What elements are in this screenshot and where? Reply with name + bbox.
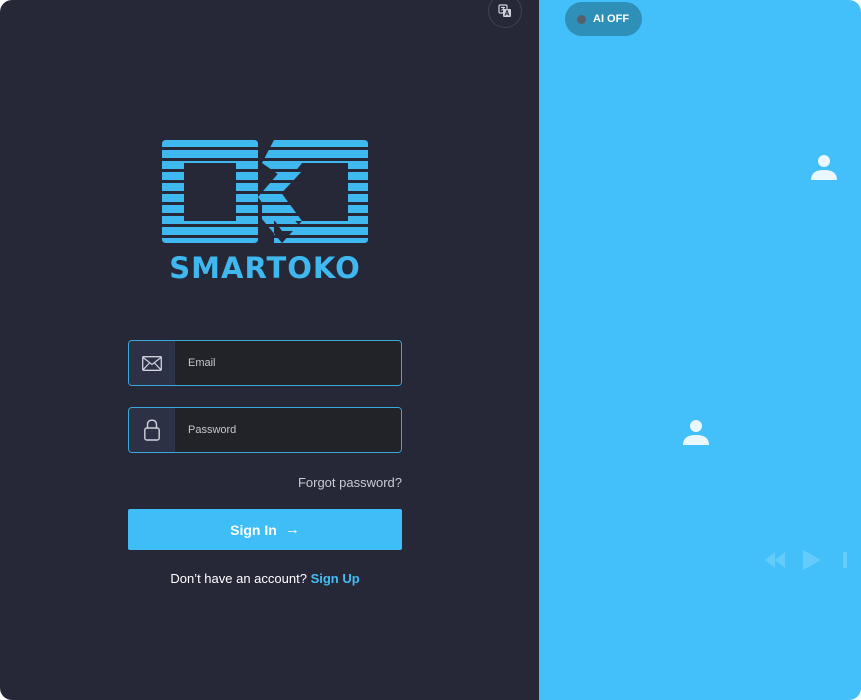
logo-wordmark: SMARTOKO [162, 251, 368, 285]
ai-toggle-label: AI OFF [593, 13, 630, 25]
sign-in-label: Sign In [230, 521, 277, 538]
logo-mark [162, 140, 368, 243]
email-input[interactable] [175, 341, 401, 385]
email-field [128, 340, 402, 386]
arrow-right-icon: → [284, 521, 300, 538]
envelope-icon [129, 341, 175, 385]
app-window: SMARTOKO Forgot password? [0, 0, 861, 700]
translate-button[interactable] [488, 0, 522, 28]
user-avatar-icon [683, 420, 709, 445]
user-avatar-icon [811, 155, 837, 180]
sign-up-link[interactable]: Sign Up [311, 571, 360, 586]
translate-icon [498, 4, 511, 17]
signup-prompt: Don’t have an account? [170, 571, 307, 586]
password-input[interactable] [175, 408, 401, 452]
media-controls-icon [765, 550, 847, 570]
password-field [128, 407, 402, 453]
ai-toggle[interactable]: AI OFF [565, 2, 642, 36]
brand-logo: SMARTOKO [162, 139, 368, 285]
ai-status-dot [577, 14, 586, 24]
forgot-password-link[interactable]: Forgot password? [298, 475, 402, 490]
preview-panel: AI OFF [539, 0, 861, 700]
lock-icon [129, 408, 175, 452]
signup-prompt-line: Don’t have an account? Sign Up [128, 571, 402, 586]
login-panel: SMARTOKO Forgot password? [0, 0, 539, 700]
sign-in-button[interactable]: Sign In → [128, 509, 402, 550]
